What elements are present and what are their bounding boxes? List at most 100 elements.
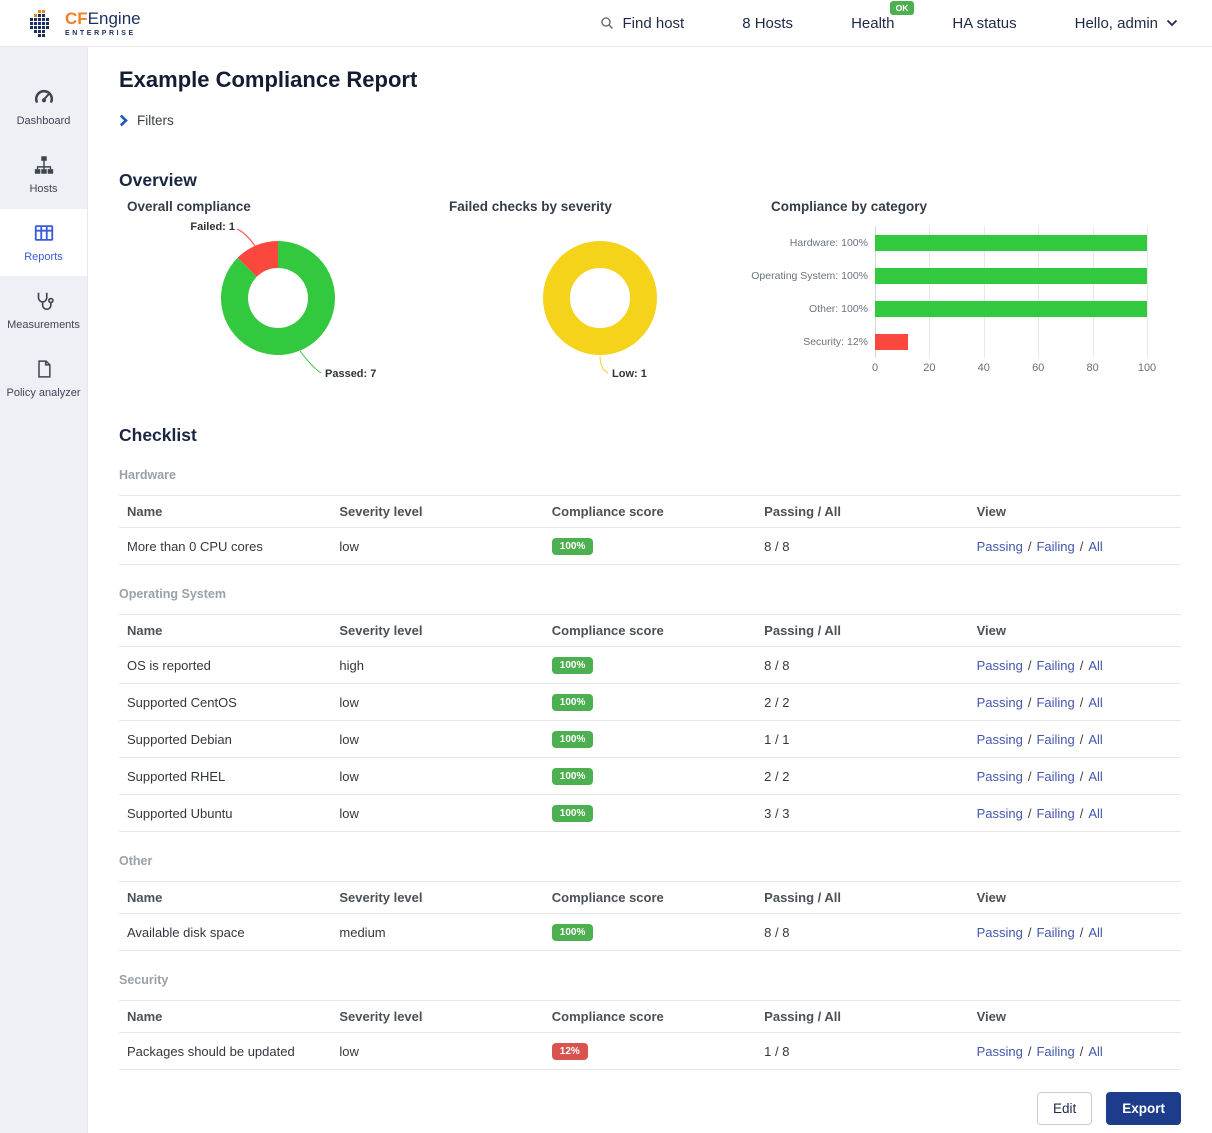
chart-failed-by-severity: Failed checks by severity Low: 1 (441, 199, 763, 399)
view-passing-link[interactable]: Passing (977, 925, 1023, 940)
cfengine-logo[interactable]: CFEngine ENTERPRISE (30, 8, 141, 38)
check-name: Packages should be updated (119, 1033, 331, 1070)
search-icon (599, 15, 615, 31)
passed-label: Passed: 7 (325, 368, 376, 380)
view-passing-link[interactable]: Passing (977, 1044, 1023, 1059)
view-failing-link[interactable]: Failing (1036, 539, 1074, 554)
chart-compliance-by-category: Compliance by category Hardware: 100% Op… (763, 199, 1181, 399)
compliance-score-badge: 100% (552, 924, 594, 941)
low-label: Low: 1 (612, 368, 647, 380)
overview-charts: Overall compliance Failed: 1 Passed: 7 F… (119, 199, 1181, 399)
ha-status-link[interactable]: HA status (952, 15, 1016, 32)
compliance-score-badge: 100% (552, 538, 594, 555)
view-failing-link[interactable]: Failing (1036, 695, 1074, 710)
health-link[interactable]: Health OK (851, 15, 894, 32)
security-table: Name Severity level Compliance score Pas… (119, 1000, 1181, 1070)
severity: low (331, 528, 543, 565)
view-passing-link[interactable]: Passing (977, 769, 1023, 784)
view-links: Passing/Failing/All (969, 528, 1181, 565)
view-failing-link[interactable]: Failing (1036, 732, 1074, 747)
severity: medium (331, 914, 543, 951)
view-passing-link[interactable]: Passing (977, 695, 1023, 710)
bar-other (875, 301, 1147, 317)
passing-all: 3 / 3 (756, 795, 968, 832)
view-failing-link[interactable]: Failing (1036, 806, 1074, 821)
view-links: Passing/Failing/All (969, 795, 1181, 832)
chart-title: Compliance by category (763, 199, 1181, 214)
table-header-row: Name Severity level Compliance score Pas… (119, 1001, 1181, 1033)
passing-all: 8 / 8 (756, 914, 968, 951)
sidebar-item-measurements[interactable]: Measurements (0, 277, 87, 344)
filters-label: Filters (137, 113, 174, 128)
passing-all: 1 / 8 (756, 1033, 968, 1070)
table-row: OS is reported high 100% 8 / 8 Passing/F… (119, 647, 1181, 684)
table-row: Packages should be updated low 12% 1 / 8… (119, 1033, 1181, 1070)
group-label-hardware: Hardware (119, 468, 1181, 482)
view-all-link[interactable]: All (1088, 925, 1102, 940)
severity: low (331, 795, 543, 832)
view-all-link[interactable]: All (1088, 806, 1102, 821)
view-passing-link[interactable]: Passing (977, 539, 1023, 554)
compliance-score-badge: 100% (552, 805, 594, 822)
view-failing-link[interactable]: Failing (1036, 925, 1074, 940)
filters-toggle[interactable]: Filters (119, 113, 174, 128)
severity: low (331, 1033, 543, 1070)
view-all-link[interactable]: All (1088, 732, 1102, 747)
export-button[interactable]: Export (1106, 1092, 1181, 1125)
find-host-search[interactable]: Find host (599, 15, 685, 32)
table-row: Available disk space medium 100% 8 / 8 P… (119, 914, 1181, 951)
user-greeting: Hello, admin (1075, 15, 1158, 32)
compliance-score-badge: 100% (552, 657, 594, 674)
sidebar: Dashboard Hosts Reports Measurements (0, 47, 88, 1133)
hardware-table: Name Severity level Compliance score Pas… (119, 495, 1181, 565)
category-bar-chart: Hardware: 100% Operating System: 100% Ot… (763, 226, 1181, 380)
view-failing-link[interactable]: Failing (1036, 769, 1074, 784)
view-all-link[interactable]: All (1088, 539, 1102, 554)
view-all-link[interactable]: All (1088, 1044, 1102, 1059)
measurements-icon (33, 290, 55, 312)
bar-operating-system (875, 268, 1147, 284)
hosts-count-link[interactable]: 8 Hosts (742, 15, 793, 32)
table-header-row: Name Severity level Compliance score Pas… (119, 496, 1181, 528)
severity: low (331, 684, 543, 721)
page-title: Example Compliance Report (119, 67, 1181, 93)
view-passing-link[interactable]: Passing (977, 658, 1023, 673)
sidebar-item-hosts[interactable]: Hosts (0, 141, 87, 208)
severity: high (331, 647, 543, 684)
view-passing-link[interactable]: Passing (977, 732, 1023, 747)
view-links: Passing/Failing/All (969, 1033, 1181, 1070)
table-row: More than 0 CPU cores low 100% 8 / 8 Pas… (119, 528, 1181, 565)
check-name: OS is reported (119, 647, 331, 684)
view-passing-link[interactable]: Passing (977, 806, 1023, 821)
group-label-other: Other (119, 854, 1181, 868)
user-menu[interactable]: Hello, admin (1075, 15, 1178, 32)
health-status-badge: OK (890, 1, 915, 15)
view-all-link[interactable]: All (1088, 658, 1102, 673)
check-name: Supported Ubuntu (119, 795, 331, 832)
dashboard-icon (33, 86, 55, 108)
top-header: CFEngine ENTERPRISE Find host 8 Hosts He… (0, 0, 1212, 47)
other-table: Name Severity level Compliance score Pas… (119, 881, 1181, 951)
sidebar-item-policy-analyzer[interactable]: Policy analyzer (0, 345, 87, 412)
table-row: Supported RHEL low 100% 2 / 2 Passing/Fa… (119, 758, 1181, 795)
passing-all: 2 / 2 (756, 758, 968, 795)
low-connector-line (600, 356, 608, 373)
view-failing-link[interactable]: Failing (1036, 1044, 1074, 1059)
view-links: Passing/Failing/All (969, 758, 1181, 795)
chart-title: Overall compliance (119, 199, 441, 214)
view-failing-link[interactable]: Failing (1036, 658, 1074, 673)
check-name: More than 0 CPU cores (119, 528, 331, 565)
check-name: Supported Debian (119, 721, 331, 758)
sidebar-item-dashboard[interactable]: Dashboard (0, 73, 87, 140)
edit-button[interactable]: Edit (1037, 1092, 1092, 1125)
sidebar-item-reports[interactable]: Reports (0, 209, 87, 276)
view-links: Passing/Failing/All (969, 684, 1181, 721)
view-all-link[interactable]: All (1088, 695, 1102, 710)
view-all-link[interactable]: All (1088, 769, 1102, 784)
reports-icon (33, 222, 55, 244)
brand-name: CFEngine (65, 10, 141, 27)
footer-actions: Edit Export (119, 1092, 1181, 1133)
severity: low (331, 758, 543, 795)
table-header-row: Name Severity level Compliance score Pas… (119, 615, 1181, 647)
bar-category-label: Operating System: 100% (763, 259, 875, 292)
